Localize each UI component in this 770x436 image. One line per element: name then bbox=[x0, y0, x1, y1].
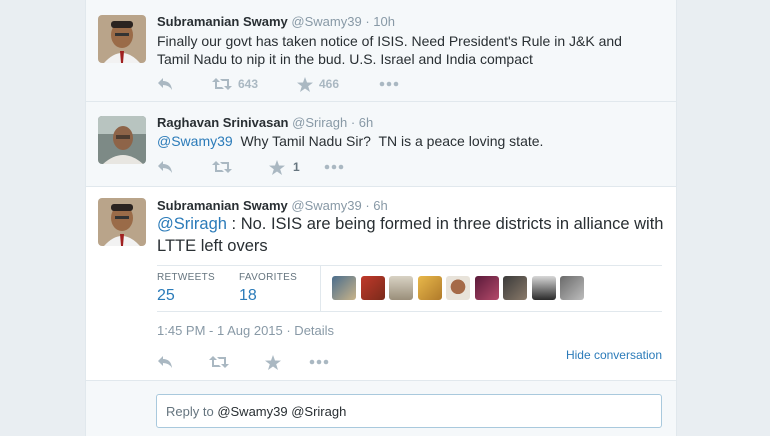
avatar[interactable] bbox=[98, 198, 146, 246]
reply-placeholder: Reply to @Swamy39 @Sriragh bbox=[166, 404, 346, 419]
retweets-label: RETWEETS bbox=[157, 272, 215, 283]
reply-prefix: Reply to bbox=[166, 404, 218, 419]
retweet-icon bbox=[212, 161, 232, 173]
more-dots-icon bbox=[309, 359, 329, 365]
favorite-count: 1 bbox=[293, 160, 300, 174]
tweet-actions bbox=[157, 353, 329, 371]
tweet-text-body: Why Tamil Nadu Sir? TN is a peace loving… bbox=[232, 133, 544, 149]
favorite-button[interactable]: 1 bbox=[269, 159, 324, 175]
tweet-stats: RETWEETS 25 FAVORITES 18 bbox=[157, 265, 662, 312]
tweet-actions: 1 bbox=[157, 158, 344, 176]
tweet-item[interactable]: Raghavan Srinivasan @Sriragh · 6h @Swamy… bbox=[86, 102, 676, 187]
tweet-actions: 643 466 bbox=[157, 75, 399, 93]
tweet-text: @Sriragh : No. ISIS are being formed in … bbox=[157, 213, 667, 257]
favorite-button[interactable] bbox=[265, 354, 309, 370]
tweet-timestamp[interactable]: · 6h bbox=[365, 198, 387, 213]
author-name[interactable]: Raghavan Srinivasan bbox=[157, 115, 289, 130]
tweet-timestamp[interactable]: · 10h bbox=[365, 14, 395, 29]
retweet-count: 643 bbox=[238, 77, 259, 91]
mention-link[interactable]: @Swamy39 bbox=[157, 133, 233, 149]
author-name[interactable]: Subramanian Swamy bbox=[157, 14, 288, 29]
author-handle[interactable]: @Swamy39 bbox=[291, 198, 361, 213]
stats-divider bbox=[320, 266, 321, 311]
retweet-icon bbox=[209, 356, 229, 368]
more-button[interactable] bbox=[309, 359, 329, 365]
retweet-icon bbox=[212, 78, 232, 90]
avatar[interactable] bbox=[332, 276, 356, 300]
tweet-text-line: LTTE left overs bbox=[157, 237, 268, 255]
favorite-star-icon bbox=[297, 76, 313, 92]
retweet-button[interactable] bbox=[209, 355, 265, 369]
favorite-star-icon bbox=[265, 354, 281, 370]
reply-button[interactable] bbox=[157, 160, 212, 174]
reply-icon bbox=[158, 356, 172, 368]
favorites-count: 18 bbox=[239, 287, 257, 304]
favorite-star-icon bbox=[269, 159, 285, 175]
author-handle[interactable]: @Swamy39 bbox=[291, 14, 361, 29]
tweet-text-line: Finally our govt has taken notice of ISI… bbox=[157, 33, 622, 49]
avatar[interactable] bbox=[560, 276, 584, 300]
reply-input[interactable]: Reply to @Swamy39 @Sriragh bbox=[156, 394, 662, 428]
retweet-button[interactable] bbox=[212, 160, 269, 174]
more-dots-icon bbox=[379, 81, 399, 87]
tweet-item[interactable]: Subramanian Swamy @Swamy39 · 10h Finally… bbox=[86, 0, 676, 102]
mention-link[interactable]: @Sriragh bbox=[157, 215, 227, 233]
more-button[interactable] bbox=[379, 81, 399, 87]
retweet-button[interactable]: 643 bbox=[212, 77, 297, 91]
reply-icon bbox=[158, 78, 172, 90]
avatar[interactable] bbox=[98, 15, 146, 63]
favorite-count: 466 bbox=[319, 77, 340, 91]
tweet-text: @Swamy39 Why Tamil Nadu Sir? TN is a pea… bbox=[157, 132, 657, 150]
avatar[interactable] bbox=[360, 276, 385, 300]
retweets-stat[interactable]: RETWEETS 25 bbox=[157, 272, 215, 305]
avatar[interactable] bbox=[474, 276, 499, 300]
reply-button[interactable] bbox=[157, 77, 212, 91]
avatar[interactable] bbox=[389, 276, 413, 300]
hide-conversation-link[interactable]: Hide conversation bbox=[566, 348, 662, 362]
tweet-text-line: : No. ISIS are being formed in three dis… bbox=[226, 215, 664, 233]
tweet-timestamp[interactable]: · 6h bbox=[351, 115, 373, 130]
expanded-tweet[interactable]: Subramanian Swamy @Swamy39 · 6h @Sriragh… bbox=[86, 187, 676, 381]
avatar[interactable] bbox=[503, 276, 527, 300]
more-button[interactable] bbox=[324, 164, 344, 170]
avatar[interactable] bbox=[446, 276, 470, 300]
reply-icon bbox=[158, 161, 172, 173]
tweet-text: Finally our govt has taken notice of ISI… bbox=[157, 32, 657, 68]
reply-mentions: @Swamy39 @Sriragh bbox=[217, 404, 347, 419]
retweets-count: 25 bbox=[157, 287, 175, 304]
author-handle[interactable]: @Sriragh bbox=[292, 115, 347, 130]
tweet-text-line: Tamil Nadu to nip it in the bud. U.S. Is… bbox=[157, 51, 533, 67]
favorites-label: FAVORITES bbox=[239, 272, 298, 283]
tweet-datetime[interactable]: 1:45 PM - 1 Aug 2015 · Details bbox=[157, 323, 334, 338]
avatar[interactable] bbox=[531, 276, 556, 300]
more-dots-icon bbox=[324, 164, 344, 170]
favorite-button[interactable]: 466 bbox=[297, 76, 379, 92]
avatar[interactable] bbox=[417, 276, 442, 300]
reply-button[interactable] bbox=[157, 355, 209, 369]
avatar[interactable] bbox=[98, 116, 146, 164]
favorites-stat[interactable]: FAVORITES 18 bbox=[239, 272, 297, 305]
author-name[interactable]: Subramanian Swamy bbox=[157, 198, 288, 213]
favoriters-avatars bbox=[332, 276, 589, 300]
tweet-timeline: Subramanian Swamy @Swamy39 · 10h Finally… bbox=[85, 0, 677, 436]
